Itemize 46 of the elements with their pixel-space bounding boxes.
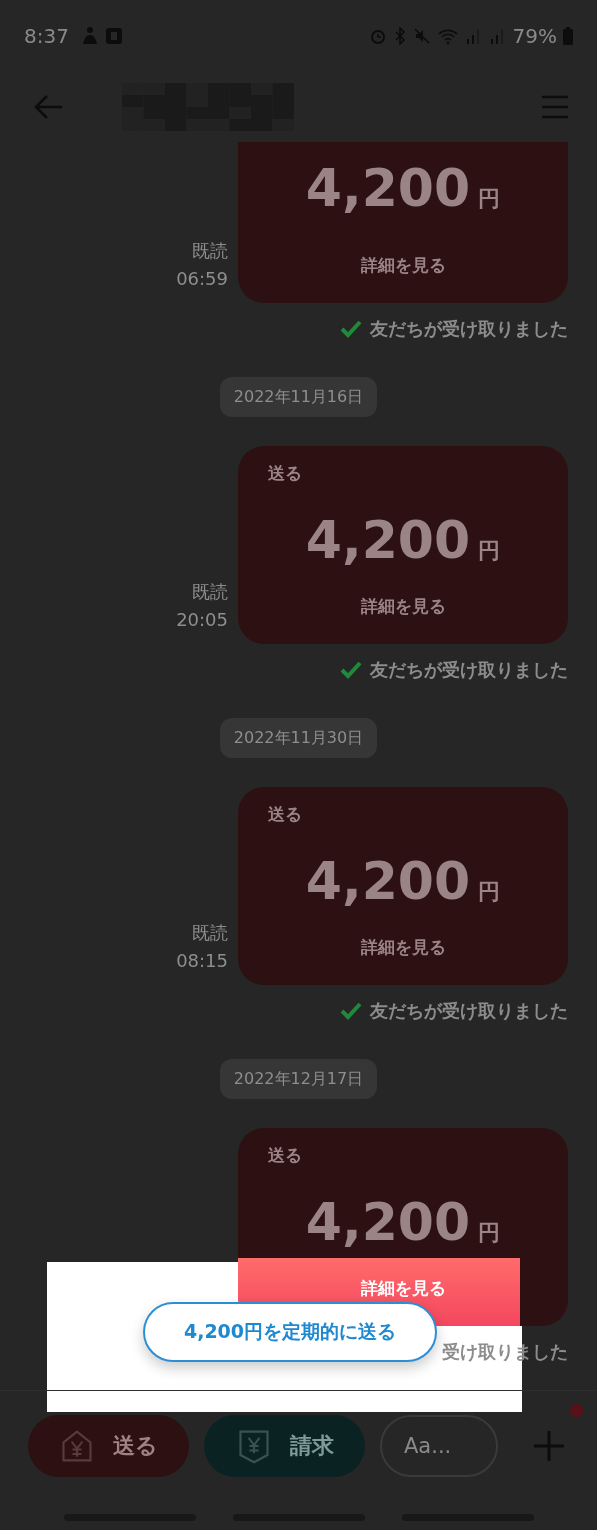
details-link[interactable]: 詳細を見る: [360, 595, 446, 618]
mute-icon: [412, 27, 431, 45]
message-time: 08:15: [176, 949, 228, 973]
recurring-send-tooltip[interactable]: 4,200円を定期的に送る: [143, 1302, 437, 1362]
date-chip: 2022年11月30日: [219, 718, 378, 758]
status-time: 8:37: [24, 24, 69, 48]
battery-icon: [563, 27, 573, 45]
currency-label: 円: [478, 184, 501, 213]
payment-amount: 4,200: [305, 851, 471, 911]
received-status: 友だちが受け取りました: [370, 658, 568, 682]
details-link[interactable]: 詳細を見る: [360, 936, 446, 959]
message-input[interactable]: Aa...: [380, 1414, 498, 1477]
app-icon: [104, 26, 123, 46]
date-chip: 2022年11月16日: [219, 377, 378, 417]
payment-card[interactable]: 4,200 円 詳細を見る: [238, 142, 568, 303]
payment-amount: 4,200: [305, 510, 471, 570]
read-status: 既読: [192, 239, 228, 263]
payment-type-label: 送る: [268, 1144, 302, 1167]
payment-card[interactable]: 送る 4,200 円 詳細を見る: [238, 787, 568, 985]
currency-label: 円: [478, 878, 501, 906]
read-status: 既読: [192, 921, 228, 945]
notification-icon: [80, 26, 99, 46]
details-link[interactable]: 詳細を見る: [360, 1277, 446, 1300]
alarm-icon: [368, 27, 387, 45]
received-status: 友だちが受け取りました: [370, 317, 568, 341]
back-arrow-icon[interactable]: [34, 94, 64, 120]
payment-type-label: 送る: [268, 803, 302, 826]
plus-icon[interactable]: [533, 1429, 565, 1462]
currency-label: 円: [478, 537, 501, 565]
received-status: 友だちが受け取りました: [370, 999, 568, 1023]
bluetooth-icon: [392, 27, 407, 45]
date-chip: 2022年12月17日: [219, 1059, 378, 1099]
send-money-button[interactable]: 送る: [28, 1414, 189, 1477]
battery-percentage: 79%: [512, 24, 557, 48]
payment-amount: 4,200: [305, 157, 471, 218]
currency-label: 円: [478, 1219, 501, 1247]
read-status: 既読: [192, 580, 228, 604]
message-time: 06:59: [176, 267, 228, 291]
request-money-button[interactable]: 請求: [204, 1414, 365, 1477]
menu-icon[interactable]: [541, 95, 569, 119]
message-time: 20:05: [176, 608, 228, 632]
wifi-icon: [436, 27, 459, 45]
payment-type-label: 送る: [268, 462, 302, 485]
payment-card[interactable]: 送る 4,200 円 詳細を見る: [238, 446, 568, 644]
payment-amount: 4,200: [305, 1192, 471, 1252]
details-link[interactable]: 詳細を見る: [360, 254, 446, 277]
